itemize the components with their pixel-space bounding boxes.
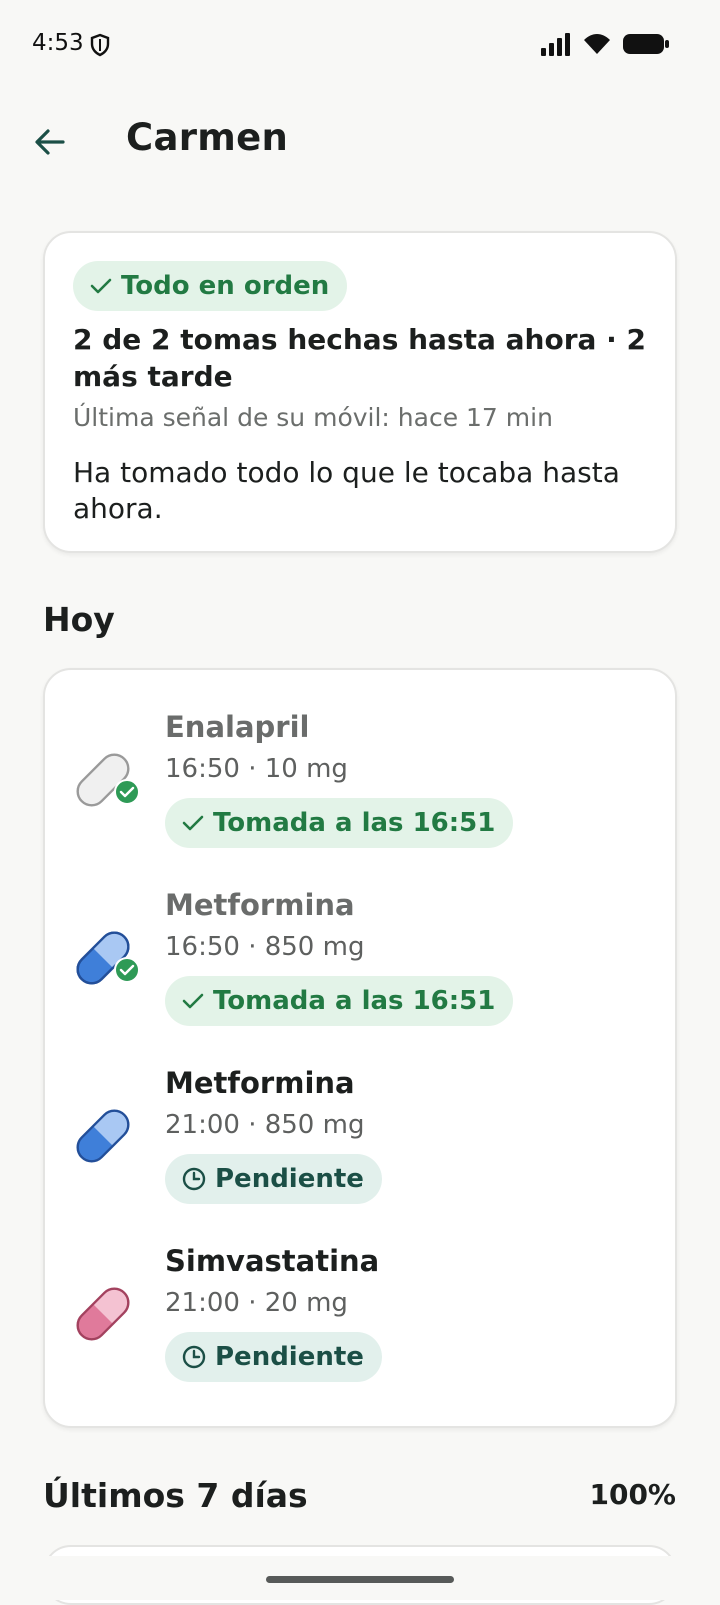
- pill-icon: [75, 920, 155, 1000]
- medication-name: Simvastatina: [165, 1244, 380, 1278]
- taken-badge-label: Tomada a las 16:51: [213, 986, 496, 1016]
- pill-icon: [75, 1276, 155, 1356]
- medication-name: Metformina: [165, 888, 355, 922]
- summary-card: Todo en orden 2 de 2 tomas hechas hasta …: [43, 231, 677, 553]
- arrow-left-icon: [35, 129, 65, 155]
- today-medications-card: Enalapril 16:50 · 10 mg Tomada a las 16:…: [43, 668, 677, 1428]
- summary-message: Ha tomado todo lo que le tocaba hasta ah…: [73, 456, 620, 525]
- section-title-today: Hoy: [43, 600, 115, 639]
- section-title-last-7-days: Últimos 7 días: [43, 1476, 308, 1515]
- pending-badge: Pendiente: [165, 1154, 382, 1204]
- pending-badge-label: Pendiente: [215, 1164, 364, 1194]
- medication-time-dose: 21:00 · 20 mg: [165, 1288, 348, 1318]
- medication-time-dose: 21:00 · 850 mg: [165, 1110, 365, 1140]
- medication-name: Enalapril: [165, 710, 310, 744]
- taken-badge: Tomada a las 16:51: [165, 798, 514, 848]
- summary-headline: 2 de 2 tomas hechas hasta ahora · 2 más …: [73, 323, 647, 393]
- medication-item[interactable]: Metformina 16:50 · 850 mg Tomada a las 1…: [45, 868, 675, 1038]
- medication-time-dose: 16:50 · 10 mg: [165, 754, 348, 784]
- signal-icon: [540, 32, 572, 60]
- check-icon: [182, 993, 204, 1009]
- medication-item[interactable]: Enalapril 16:50 · 10 mg Tomada a las 16:…: [45, 690, 675, 860]
- wifi-icon: [582, 32, 612, 60]
- back-button[interactable]: [22, 114, 78, 170]
- taken-badge-label: Tomada a las 16:51: [213, 808, 496, 838]
- check-icon: [182, 815, 204, 831]
- medication-item[interactable]: Simvastatina 21:00 · 20 mg Pendiente: [45, 1224, 675, 1394]
- medication-item[interactable]: Metformina 21:00 · 850 mg Pendiente: [45, 1046, 675, 1216]
- shield-icon: [90, 33, 110, 61]
- pending-badge-label: Pendiente: [215, 1342, 364, 1372]
- taken-badge: Tomada a las 16:51: [165, 976, 514, 1026]
- medication-name: Metformina: [165, 1066, 355, 1100]
- status-badge-label: Todo en orden: [121, 271, 330, 301]
- app-bar: Carmen: [0, 92, 720, 188]
- status-bar: 4:53: [0, 0, 720, 92]
- page-title: Carmen: [126, 116, 289, 159]
- pill-icon: [75, 742, 155, 822]
- home-indicator[interactable]: [266, 1576, 454, 1583]
- check-icon: [90, 278, 112, 294]
- battery-icon: [622, 32, 670, 60]
- medication-time-dose: 16:50 · 850 mg: [165, 932, 365, 962]
- last-signal-text: Última señal de su móvil: hace 17 min: [73, 403, 553, 432]
- clock-icon: [182, 1167, 206, 1191]
- status-badge: Todo en orden: [73, 261, 348, 311]
- pill-icon: [75, 1098, 155, 1178]
- clock-icon: [182, 1345, 206, 1369]
- status-time: 4:53: [32, 30, 84, 56]
- adherence-percent: 100%: [589, 1478, 676, 1511]
- pending-badge: Pendiente: [165, 1332, 382, 1382]
